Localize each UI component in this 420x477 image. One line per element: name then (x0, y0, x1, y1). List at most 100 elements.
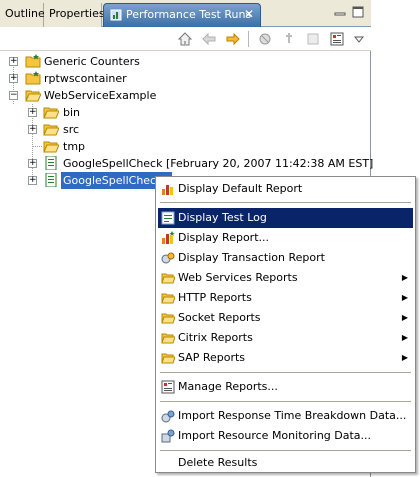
menu-item-display-transaction-report[interactable]: Display Transaction Report (158, 248, 413, 268)
view-menu-button[interactable] (350, 30, 368, 48)
tree-item-label: rptwscontainer (44, 72, 127, 85)
expand-icon[interactable]: + (28, 108, 37, 117)
test-run-icon (45, 156, 57, 170)
import-monitoring-icon (161, 429, 175, 443)
tree-item-bin[interactable]: + bin (0, 104, 371, 121)
tree-item-webserviceexample[interactable]: − WebServiceExample (0, 87, 371, 104)
forward-button[interactable] (224, 30, 242, 48)
tab-properties-label: Properties (49, 7, 105, 20)
menu-item-sap-reports[interactable]: SAP Reports ▶ (158, 348, 413, 368)
menu-item-http-reports[interactable]: HTTP Reports ▶ (158, 288, 413, 308)
menu-item-display-default-report[interactable]: Display Default Report (158, 179, 413, 199)
tab-performance-test-runs[interactable]: Performance Test Runs ✕ (103, 3, 261, 27)
maximize-icon[interactable] (350, 4, 366, 20)
tree-item-tmp[interactable]: tmp (0, 138, 371, 155)
expand-icon[interactable]: + (9, 74, 18, 83)
menu-item-display-test-log[interactable]: Display Test Log (158, 208, 413, 228)
folder-icon (161, 353, 175, 364)
report-view-icon (330, 32, 344, 46)
menu-item-web-services-reports[interactable]: Web Services Reports ▶ (158, 268, 413, 288)
collapse-icon[interactable]: − (9, 91, 18, 100)
tree-item-generic-counters[interactable]: + Generic Counters (0, 53, 371, 70)
tree-item-label: bin (63, 106, 81, 119)
expand-icon[interactable]: + (28, 159, 37, 168)
folder-icon (161, 293, 175, 304)
project-folder-open-icon (25, 90, 41, 102)
folder-icon (161, 313, 175, 324)
expand-icon[interactable]: + (9, 57, 18, 66)
menu-item-label: Manage Reports... (178, 380, 278, 393)
stop-icon (307, 33, 319, 45)
menu-item-label: Display Test Log (178, 211, 267, 224)
manage-reports-icon (161, 380, 175, 394)
expand-icon[interactable]: + (28, 125, 37, 134)
tab-properties[interactable]: Properties (44, 3, 105, 27)
menu-item-delete-results[interactable]: Delete Results (158, 453, 413, 473)
folder-icon (161, 333, 175, 344)
tree-item-label: GoogleSpellCheck [February 20, 2007 11:4… (63, 157, 374, 170)
menu-item-import-resource-monitoring[interactable]: Import Resource Monitoring Data... (158, 426, 413, 446)
menu-item-citrix-reports[interactable]: Citrix Reports ▶ (158, 328, 413, 348)
submenu-arrow-icon: ▶ (401, 353, 408, 362)
stop-button[interactable] (304, 30, 322, 48)
submenu-arrow-icon: ▶ (401, 333, 408, 342)
test-run-icon (45, 173, 57, 187)
tree-item-label: tmp (63, 140, 86, 153)
menu-item-label: Display Report... (178, 231, 269, 244)
submenu-arrow-icon: ▶ (401, 293, 408, 302)
view-tab-bar: Outline Properties Performance Test Runs… (0, 0, 371, 27)
folder-icon (43, 107, 59, 119)
menu-item-label: Web Services Reports (178, 271, 298, 284)
menu-item-import-response-time-breakdown[interactable]: Import Response Time Breakdown Data... (158, 406, 413, 426)
menu-item-label: Display Transaction Report (178, 251, 325, 264)
project-folder-icon (25, 54, 41, 68)
minimize-icon[interactable] (332, 4, 348, 20)
menu-item-label: SAP Reports (178, 351, 246, 364)
menu-item-display-report[interactable]: Display Report... (158, 228, 413, 248)
menu-separator (160, 372, 411, 373)
submenu-arrow-icon: ▶ (401, 313, 408, 322)
filter-button[interactable] (256, 30, 274, 48)
menu-item-label: Socket Reports (178, 311, 261, 324)
tree-item-label: Generic Counters (44, 55, 140, 68)
filter-icon (259, 33, 271, 45)
test-log-icon (161, 211, 175, 225)
report-chart-icon (162, 185, 173, 195)
menu-separator (160, 401, 411, 402)
menu-item-label: Citrix Reports (178, 331, 253, 344)
submenu-arrow-icon: ▶ (401, 273, 408, 282)
menu-item-label: Import Response Time Breakdown Data... (178, 409, 407, 422)
view-toolbar (0, 27, 371, 51)
home-button[interactable] (176, 30, 194, 48)
project-folder-icon (25, 71, 41, 85)
back-button[interactable] (200, 30, 218, 48)
menu-item-manage-reports[interactable]: Manage Reports... (158, 377, 413, 397)
tab-performance-test-runs-label: Performance Test Runs (126, 8, 252, 21)
chevron-down-icon (353, 36, 365, 43)
report-view-button[interactable] (328, 30, 346, 48)
menu-separator (160, 450, 411, 451)
folder-icon (161, 273, 175, 284)
menu-item-label: Delete Results (178, 456, 258, 469)
tree-item-src[interactable]: + src (0, 121, 371, 138)
tab-outline-label: Outline (5, 7, 45, 20)
forward-arrow-icon (226, 32, 240, 46)
context-menu: Display Default Report Display Test Log … (155, 176, 416, 473)
menu-item-label: Display Default Report (178, 182, 303, 195)
folder-icon (43, 124, 59, 136)
home-icon (177, 32, 193, 46)
menu-item-socket-reports[interactable]: Socket Reports ▶ (158, 308, 413, 328)
tree-item-googlespellcheck-run[interactable]: + GoogleSpellCheck [February 20, 2007 11… (0, 155, 374, 172)
menu-item-label: HTTP Reports (178, 291, 252, 304)
tab-outline[interactable]: Outline (0, 3, 45, 27)
pin-button[interactable] (280, 30, 298, 48)
tree-item-label: src (63, 123, 80, 136)
pin-icon (286, 33, 292, 43)
tree-item-rptwscontainer[interactable]: + rptwscontainer (0, 70, 371, 87)
back-arrow-icon (202, 32, 216, 46)
tree-item-label: WebServiceExample (44, 89, 157, 102)
close-icon[interactable]: ✕ (244, 8, 254, 20)
expand-icon[interactable]: + (28, 176, 37, 185)
transaction-icon (161, 252, 175, 264)
test-runs-icon (110, 9, 122, 21)
